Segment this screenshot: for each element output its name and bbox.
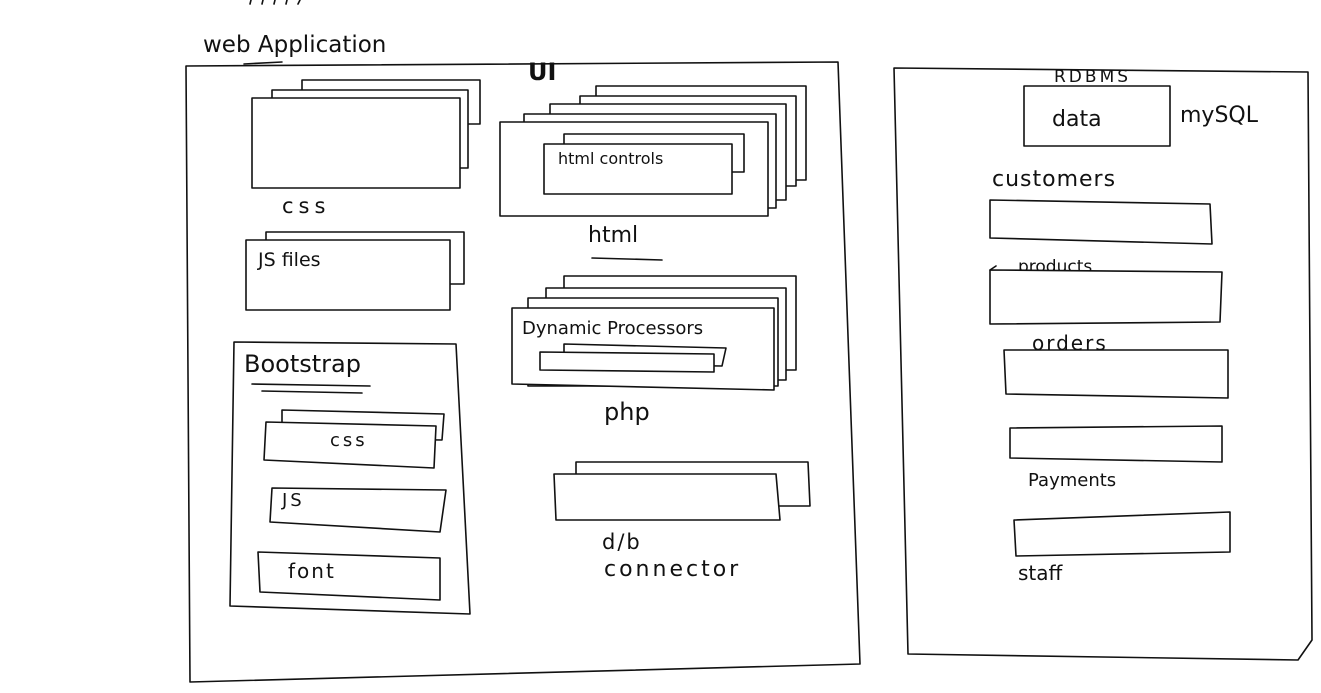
data-label: data bbox=[1052, 107, 1102, 132]
css-stack bbox=[251, 79, 481, 189]
db-connector-label-2: connector bbox=[604, 557, 741, 582]
table-box-staff bbox=[1013, 511, 1231, 557]
ui-label: UI bbox=[528, 58, 556, 86]
bootstrap-css-label: css bbox=[330, 430, 368, 451]
bootstrap-js-label: JS bbox=[281, 490, 305, 511]
table-label-staff: staff bbox=[1018, 561, 1064, 585]
bootstrap-title: Bootstrap bbox=[244, 350, 361, 378]
html-label: html bbox=[588, 223, 638, 248]
title-underline bbox=[243, 61, 283, 65]
bootstrap-font-label: font bbox=[288, 559, 336, 583]
db-connector-label-1: d/b bbox=[602, 530, 642, 554]
js-files-stack bbox=[245, 231, 465, 311]
bootstrap-underline bbox=[251, 383, 371, 394]
web-app-title: web Application bbox=[203, 32, 386, 58]
js-files-label: JS files bbox=[257, 249, 321, 271]
table-label-payments: Payments bbox=[1028, 470, 1116, 491]
dynamic-processors-label: Dynamic Processors bbox=[522, 318, 703, 339]
php-label: php bbox=[604, 398, 650, 426]
table-box-payments bbox=[1009, 425, 1223, 463]
table-box-orders bbox=[1003, 349, 1229, 399]
html-underline bbox=[591, 257, 663, 261]
rdbms-title: RDBMS bbox=[1054, 67, 1131, 87]
architecture-diagram: web Application UI css JS files Bootstra… bbox=[185, 0, 1313, 683]
table-label-customers: customers bbox=[992, 167, 1116, 192]
html-controls-label: html controls bbox=[558, 149, 663, 168]
db-connector-stack bbox=[553, 461, 811, 521]
php-inner-box bbox=[539, 343, 727, 373]
table-box-customers bbox=[989, 199, 1213, 245]
mysql-label: mySQL bbox=[1180, 103, 1259, 128]
table-box-products bbox=[989, 269, 1223, 325]
bootstrap-font-box bbox=[257, 551, 441, 601]
stray-marks bbox=[249, 0, 301, 5]
css-label: css bbox=[282, 194, 330, 218]
